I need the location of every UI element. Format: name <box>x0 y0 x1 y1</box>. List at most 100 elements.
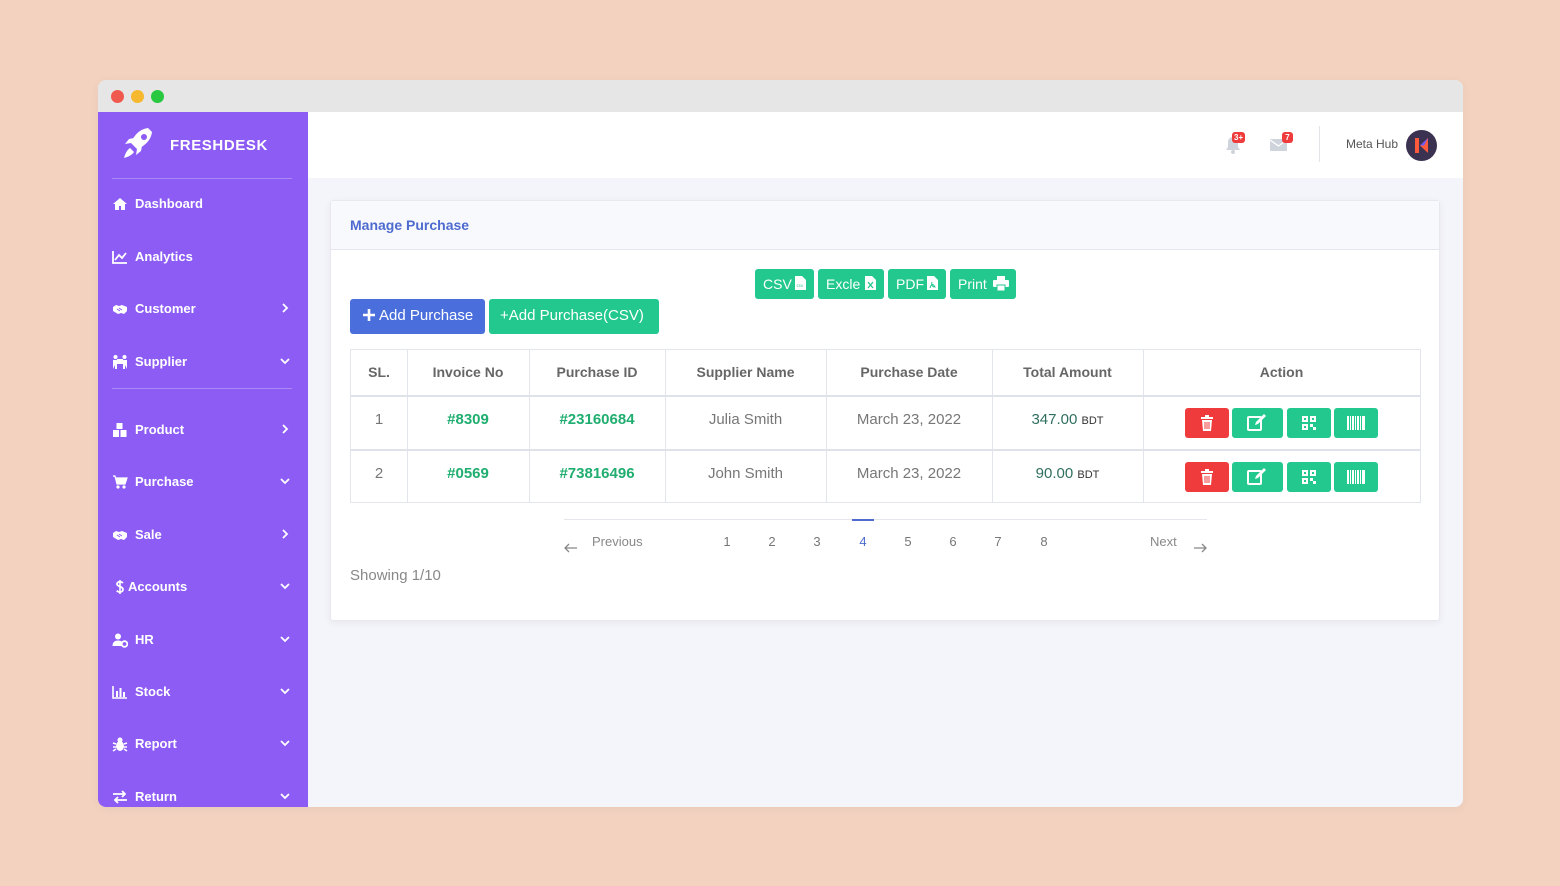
bug-icon <box>112 737 128 752</box>
sidebar-item-accounts[interactable]: Accounts <box>98 567 308 607</box>
pagination-active-indicator <box>852 519 874 521</box>
barcode-icon <box>1347 416 1365 430</box>
arrow-right-icon[interactable] <box>1193 543 1207 553</box>
export-pdf-button[interactable]: PDF <box>888 269 946 299</box>
window-minimize-button[interactable] <box>131 90 144 103</box>
avatar[interactable] <box>1406 130 1437 161</box>
message-badge: 7 <box>1282 132 1293 143</box>
pagination-page-6[interactable]: 6 <box>943 534 963 549</box>
sidebar-item-return[interactable]: Return <box>98 777 308 807</box>
row-supplier: John Smith <box>707 465 784 482</box>
home-icon <box>113 198 127 210</box>
brand[interactable]: FRESHDESK <box>98 112 308 178</box>
column-header-sl[interactable]: SL. <box>351 364 407 380</box>
arrow-left-icon[interactable] <box>564 543 578 553</box>
sidebar-item-label: Report <box>135 736 177 751</box>
qr-code-icon <box>1302 470 1316 484</box>
export-excel-button[interactable]: Excle <box>818 269 884 299</box>
chevron-down-icon <box>280 583 290 590</box>
pagination-page-3[interactable]: 3 <box>807 534 827 549</box>
sidebar-item-sale[interactable]: Sale <box>98 515 308 555</box>
add-purchase-csv-label: +Add Purchase(CSV) <box>500 307 644 324</box>
trash-icon <box>1201 415 1213 431</box>
pagination-page-2[interactable]: 2 <box>762 534 782 549</box>
messages-button[interactable]: 7 <box>1268 132 1298 158</box>
notification-badge: 3+ <box>1232 132 1246 143</box>
row-invoice-link[interactable]: #0569 <box>407 465 529 482</box>
pagination-page-8[interactable]: 8 <box>1034 534 1054 549</box>
amount-currency: BDT <box>1077 469 1100 481</box>
sidebar-item-label: Dashboard <box>135 196 203 211</box>
column-header-date[interactable]: Purchase Date <box>826 364 992 380</box>
barcode-button[interactable] <box>1334 462 1378 492</box>
pagination-track <box>564 519 1207 520</box>
edit-icon <box>1247 414 1266 431</box>
notifications-button[interactable]: 3+ <box>1222 132 1252 158</box>
row-purchase-id-link[interactable]: #23160684 <box>529 411 665 428</box>
qr-code-button[interactable] <box>1287 408 1331 438</box>
bar-chart-icon <box>112 686 127 699</box>
dollar-icon <box>116 580 124 594</box>
row-date: March 23, 2022 <box>856 411 962 428</box>
amount-value: 90.00 <box>1035 465 1074 482</box>
print-button[interactable]: Print <box>950 269 1016 299</box>
add-purchase-button[interactable]: Add Purchase <box>350 299 485 334</box>
exchange-icon <box>113 790 127 804</box>
sidebar-item-customer[interactable]: Customer <box>98 289 308 329</box>
sidebar-item-hr[interactable]: HR <box>98 620 308 660</box>
file-excel-icon <box>865 276 876 290</box>
printer-icon <box>993 276 1009 291</box>
user-name[interactable]: Meta Hub <box>1346 137 1398 151</box>
rocket-logo-icon <box>124 128 152 158</box>
sidebar-item-label: Supplier <box>135 354 188 369</box>
qr-code-icon <box>1302 416 1316 430</box>
chevron-down-icon <box>280 740 290 747</box>
sidebar-item-label: Product <box>135 422 185 437</box>
window-maximize-button[interactable] <box>151 90 164 103</box>
column-header-amount[interactable]: Total Amount <box>992 364 1143 380</box>
pagination-page-5[interactable]: 5 <box>898 534 918 549</box>
boxes-icon <box>113 423 127 437</box>
chevron-right-icon <box>282 303 289 313</box>
sidebar-item-label: Return <box>135 789 177 804</box>
row-invoice-link[interactable]: #8309 <box>407 411 529 428</box>
user-gear-icon <box>112 633 128 648</box>
sidebar-item-stock[interactable]: Stock <box>98 672 308 712</box>
sidebar-item-purchase[interactable]: Purchase <box>98 462 308 502</box>
export-csv-button[interactable]: CSV csv <box>755 269 814 299</box>
delete-button[interactable] <box>1185 408 1229 438</box>
brand-name: FRESHDESK <box>170 137 268 154</box>
column-header-invoice[interactable]: Invoice No <box>407 364 529 380</box>
barcode-button[interactable] <box>1334 408 1378 438</box>
chevron-down-icon <box>280 636 290 643</box>
pagination-previous[interactable]: Previous <box>592 534 643 549</box>
print-label: Print <box>958 276 987 292</box>
pagination-page-1[interactable]: 1 <box>717 534 737 549</box>
pagination-page-7[interactable]: 7 <box>988 534 1008 549</box>
sidebar-item-supplier[interactable]: Supplier <box>98 342 308 382</box>
sidebar-item-analytics[interactable]: Analytics <box>98 237 308 277</box>
pagination-page-4[interactable]: 4 <box>853 534 873 549</box>
window-close-button[interactable] <box>111 90 124 103</box>
pagination-next[interactable]: Next <box>1150 534 1177 549</box>
row-purchase-id-link[interactable]: #73816496 <box>529 465 665 482</box>
edit-button[interactable] <box>1232 408 1283 438</box>
delete-button[interactable] <box>1185 462 1229 492</box>
column-header-purchase-id[interactable]: Purchase ID <box>529 364 665 380</box>
column-header-supplier[interactable]: Supplier Name <box>665 364 826 380</box>
cart-icon <box>113 475 128 489</box>
add-purchase-csv-button[interactable]: +Add Purchase(CSV) <box>489 299 659 334</box>
amount-currency: BDT <box>1081 415 1104 427</box>
qr-code-button[interactable] <box>1287 462 1331 492</box>
top-bar: 3+ 7 Meta Hub <box>308 112 1463 178</box>
sidebar-item-product[interactable]: Product <box>98 410 308 450</box>
sidebar-item-report[interactable]: Report <box>98 724 308 764</box>
user-logo-icon <box>1415 138 1428 153</box>
sidebar-item-dashboard[interactable]: Dashboard <box>98 184 308 224</box>
edit-button[interactable] <box>1232 462 1283 492</box>
app-window: FRESHDESK Dashboard Analytics Customer S… <box>98 80 1463 807</box>
chevron-right-icon <box>282 424 289 434</box>
sidebar-item-label: Sale <box>135 527 162 542</box>
row-supplier: Julia Smith <box>708 411 783 428</box>
chevron-right-icon <box>282 529 289 539</box>
